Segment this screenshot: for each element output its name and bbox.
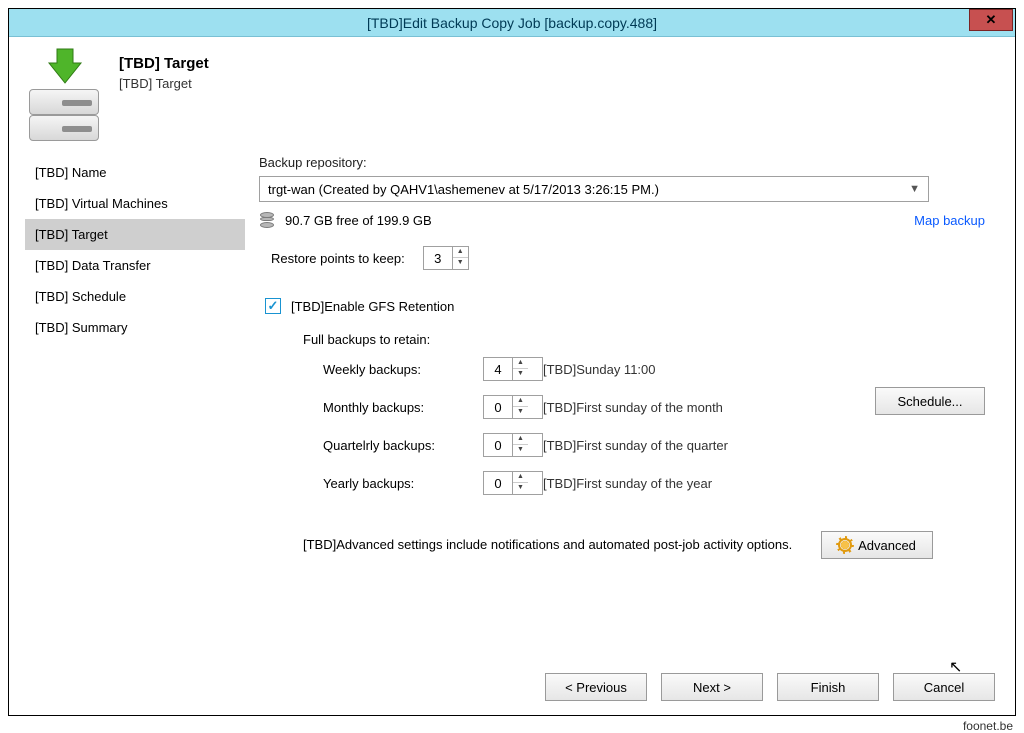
cancel-label: Cancel bbox=[924, 680, 964, 695]
target-drives-icon bbox=[25, 55, 103, 135]
step-data-transfer[interactable]: [TBD] Data Transfer bbox=[25, 250, 245, 281]
monthly-spinner[interactable]: ▲▼ bbox=[483, 395, 543, 419]
header-subtitle: [TBD] Target bbox=[119, 76, 209, 91]
finish-button[interactable]: Finish bbox=[777, 673, 879, 701]
restore-points-spinner[interactable]: ▲ ▼ bbox=[423, 246, 469, 270]
monthly-label: Monthly backups: bbox=[323, 400, 483, 415]
dialog-window: [TBD]Edit Backup Copy Job [backup.copy.4… bbox=[8, 8, 1016, 716]
spin-down-icon[interactable]: ▼ bbox=[513, 445, 528, 455]
weekly-desc: [TBD]Sunday 11:00 bbox=[543, 362, 803, 377]
schedule-button-label: Schedule... bbox=[897, 394, 962, 409]
enable-gfs-label: [TBD]Enable GFS Retention bbox=[291, 299, 454, 314]
target-page: Backup repository: trgt-wan (Created by … bbox=[245, 147, 1005, 705]
monthly-desc: [TBD]First sunday of the month bbox=[543, 400, 803, 415]
backup-repo-value: trgt-wan (Created by QAHV1\ashemenev at … bbox=[268, 182, 659, 197]
schedule-button[interactable]: Schedule... bbox=[875, 387, 985, 415]
spin-up-icon[interactable]: ▲ bbox=[513, 434, 528, 445]
storage-icon bbox=[259, 212, 275, 228]
step-schedule[interactable]: [TBD] Schedule bbox=[25, 281, 245, 312]
restore-points-input[interactable] bbox=[424, 247, 452, 269]
wizard-nav: < Previous Next > Finish Cancel bbox=[545, 673, 995, 701]
spin-up-icon[interactable]: ▲ bbox=[513, 396, 528, 407]
yearly-label: Yearly backups: bbox=[323, 476, 483, 491]
quarterly-desc: [TBD]First sunday of the quarter bbox=[543, 438, 803, 453]
quarterly-spinner[interactable]: ▲▼ bbox=[483, 433, 543, 457]
weekly-label: Weekly backups: bbox=[323, 362, 483, 377]
check-icon: ✓ bbox=[268, 298, 279, 314]
retain-title: Full backups to retain: bbox=[303, 332, 995, 347]
advanced-button[interactable]: Advanced bbox=[821, 531, 933, 559]
quarterly-input[interactable] bbox=[484, 434, 512, 456]
finish-label: Finish bbox=[811, 680, 846, 695]
weekly-spinner[interactable]: ▲▼ bbox=[483, 357, 543, 381]
step-label: [TBD] Virtual Machines bbox=[35, 196, 168, 211]
step-label: [TBD] Name bbox=[35, 165, 107, 180]
close-button[interactable]: ✕ bbox=[969, 9, 1013, 31]
step-label: [TBD] Schedule bbox=[35, 289, 126, 304]
wizard-steps: [TBD] Name [TBD] Virtual Machines [TBD] … bbox=[25, 147, 245, 705]
spin-down-icon[interactable]: ▼ bbox=[513, 407, 528, 417]
wizard-body: [TBD] Name [TBD] Virtual Machines [TBD] … bbox=[9, 143, 1015, 705]
gear-icon bbox=[838, 538, 852, 552]
advanced-button-label: Advanced bbox=[858, 538, 916, 553]
yearly-spinner[interactable]: ▲▼ bbox=[483, 471, 543, 495]
spin-up-icon[interactable]: ▲ bbox=[453, 247, 468, 258]
backup-repo-label: Backup repository: bbox=[259, 155, 995, 170]
map-backup-link[interactable]: Map backup bbox=[914, 213, 985, 228]
spin-up-icon[interactable]: ▲ bbox=[513, 472, 528, 483]
cancel-button[interactable]: Cancel bbox=[893, 673, 995, 701]
watermark: foonet.be bbox=[963, 719, 1013, 733]
yearly-desc: [TBD]First sunday of the year bbox=[543, 476, 803, 491]
monthly-input[interactable] bbox=[484, 396, 512, 418]
step-summary[interactable]: [TBD] Summary bbox=[25, 312, 245, 343]
spin-down-icon[interactable]: ▼ bbox=[513, 483, 528, 493]
header-text: [TBD] Target [TBD] Target bbox=[119, 55, 209, 91]
step-label: [TBD] Data Transfer bbox=[35, 258, 151, 273]
wizard-header: [TBD] Target [TBD] Target bbox=[9, 37, 1015, 143]
yearly-input[interactable] bbox=[484, 472, 512, 494]
step-label: [TBD] Target bbox=[35, 227, 108, 242]
next-label: Next > bbox=[693, 680, 731, 695]
previous-label: < Previous bbox=[565, 680, 627, 695]
spin-down-icon[interactable]: ▼ bbox=[513, 369, 528, 379]
previous-button[interactable]: < Previous bbox=[545, 673, 647, 701]
backup-repo-select[interactable]: trgt-wan (Created by QAHV1\ashemenev at … bbox=[259, 176, 929, 202]
green-arrow-icon bbox=[47, 47, 83, 87]
step-virtual-machines[interactable]: [TBD] Virtual Machines bbox=[25, 188, 245, 219]
weekly-input[interactable] bbox=[484, 358, 512, 380]
restore-points-label: Restore points to keep: bbox=[271, 251, 405, 266]
quarterly-label: Quartelrly backups: bbox=[323, 438, 483, 453]
window-title: [TBD]Edit Backup Copy Job [backup.copy.4… bbox=[9, 15, 1015, 31]
step-name[interactable]: [TBD] Name bbox=[25, 157, 245, 188]
advanced-description: [TBD]Advanced settings include notificat… bbox=[303, 536, 803, 554]
spin-up-icon[interactable]: ▲ bbox=[513, 358, 528, 369]
enable-gfs-checkbox[interactable]: ✓ bbox=[265, 298, 281, 314]
free-space-text: 90.7 GB free of 199.9 GB bbox=[285, 213, 432, 228]
spin-down-icon[interactable]: ▼ bbox=[453, 258, 468, 268]
header-title: [TBD] Target bbox=[119, 55, 209, 72]
close-icon: ✕ bbox=[986, 12, 997, 28]
step-label: [TBD] Summary bbox=[35, 320, 127, 335]
chevron-down-icon: ▼ bbox=[909, 183, 920, 195]
titlebar: [TBD]Edit Backup Copy Job [backup.copy.4… bbox=[9, 9, 1015, 37]
step-target[interactable]: [TBD] Target bbox=[25, 219, 245, 250]
next-button[interactable]: Next > bbox=[661, 673, 763, 701]
